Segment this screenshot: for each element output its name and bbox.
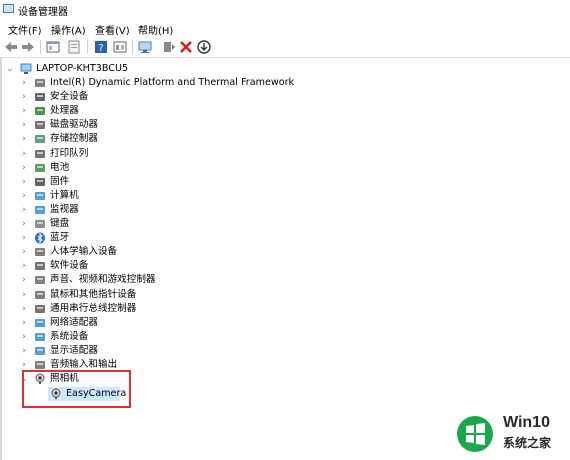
scan-monitor-icon[interactable] — [137, 39, 153, 55]
properties-icon[interactable] — [45, 39, 61, 55]
tree-category-label: 人体学输入设备 — [50, 246, 118, 258]
back-icon[interactable] — [3, 39, 19, 55]
human-interface-icon — [35, 248, 45, 257]
watermark-line1: Win10 — [503, 414, 550, 431]
chevron-right-icon[interactable]: › — [20, 259, 28, 273]
title-bar: 设备管理器 — [0, 0, 570, 18]
software-device-icon — [35, 262, 45, 271]
toolbar: ? — [0, 37, 570, 58]
usb-controller-icon — [35, 304, 45, 313]
storage-controller-icon — [35, 135, 45, 144]
chevron-right-icon[interactable]: › — [20, 316, 28, 330]
thermal-framework-icon — [35, 79, 45, 87]
tree-category-label: 打印队列 — [50, 147, 89, 159]
tree-category-label: 磁盘驱动器 — [50, 119, 98, 131]
tree-root-label: LAPTOP-KHT3BCU5 — [36, 63, 129, 74]
tree-category-label: 网络适配器 — [50, 316, 98, 328]
chevron-right-icon[interactable]: › — [20, 245, 28, 259]
highlight-box — [22, 370, 131, 408]
mouse-icon — [35, 290, 45, 299]
chevron-down-icon[interactable]: ⌄ — [6, 62, 14, 76]
disk-drive-icon — [35, 121, 45, 130]
tree-category-label: 通用串行总线控制器 — [50, 302, 137, 314]
tree-category-label: 存储控制器 — [50, 133, 98, 145]
chevron-right-icon[interactable]: › — [20, 90, 28, 104]
help-icon[interactable]: ? — [93, 39, 109, 55]
chevron-right-icon[interactable]: › — [20, 189, 28, 203]
forward-icon[interactable] — [20, 39, 36, 55]
device-manager-icon — [3, 4, 14, 13]
print-queue-icon — [35, 149, 45, 158]
chevron-right-icon[interactable]: › — [20, 132, 28, 146]
tree-category-label: 软件设备 — [50, 260, 89, 272]
menu-view[interactable]: 查看(V) — [95, 22, 130, 37]
tree-category-label: Intel(R) Dynamic Platform and Thermal Fr… — [50, 77, 295, 88]
chevron-right-icon[interactable]: › — [20, 217, 28, 231]
device-tree: ⌄ LAPTOP-KHT3BCU5 › Intel(R) Dynamic Plat… — [0, 58, 570, 460]
menu-file[interactable]: 文件(F) — [8, 22, 42, 37]
tree-category-label: 处理器 — [50, 105, 79, 117]
chevron-right-icon[interactable]: › — [20, 302, 28, 316]
menu-bar: 文件(F) 操作(A) 查看(V) 帮助(H) — [0, 19, 570, 37]
sound-controller-icon — [35, 276, 45, 285]
security-device-icon — [35, 93, 45, 102]
watermark-line2: 系统之家 — [503, 436, 552, 450]
toolbar-separator — [132, 40, 133, 54]
chevron-right-icon[interactable]: › — [20, 118, 28, 132]
network-adapter-icon — [35, 318, 45, 327]
menu-action[interactable]: 操作(A) — [51, 22, 86, 37]
chevron-right-icon[interactable]: › — [20, 104, 28, 118]
chevron-right-icon[interactable]: › — [20, 147, 28, 161]
keyboard-icon — [35, 220, 45, 228]
tree-category-label: 声音、视频和游戏控制器 — [50, 274, 156, 286]
chevron-right-icon[interactable]: › — [20, 175, 28, 189]
win10-logo-icon — [457, 416, 493, 452]
chevron-right-icon[interactable]: › — [20, 288, 28, 302]
firmware-icon — [35, 177, 45, 186]
tree-category-label: 蓝牙 — [50, 232, 70, 244]
chevron-right-icon[interactable]: › — [20, 161, 28, 175]
tree-category-label: 键盘 — [50, 218, 70, 229]
update-driver-icon[interactable] — [161, 39, 177, 55]
chevron-right-icon[interactable]: › — [20, 273, 28, 287]
tree-category-label: 固件 — [50, 175, 70, 187]
view-icon[interactable] — [112, 39, 128, 55]
chevron-right-icon[interactable]: › — [20, 330, 28, 344]
toolbar-separator — [40, 40, 41, 54]
tree-category-label: 安全设备 — [50, 91, 89, 103]
chevron-right-icon[interactable]: › — [20, 231, 28, 245]
tree-category-label: 计算机 — [50, 189, 79, 201]
processor-icon — [35, 107, 45, 116]
bluetooth-icon — [35, 232, 45, 244]
chevron-right-icon[interactable]: › — [20, 76, 28, 90]
svg-text:?: ? — [98, 43, 103, 54]
tree-category-label: 电池 — [50, 161, 70, 173]
window-title: 设备管理器 — [18, 7, 68, 18]
tree-category-label: 监视器 — [50, 203, 79, 215]
chevron-right-icon[interactable]: › — [20, 203, 28, 217]
computer-icon — [20, 63, 32, 74]
tree-category-label: 显示适配器 — [50, 344, 98, 356]
toolbar-separator — [87, 40, 88, 54]
menu-help[interactable]: 帮助(H) — [138, 22, 173, 37]
monitor-icon — [35, 205, 45, 214]
tree-category-label: 系统设备 — [50, 330, 89, 342]
show-hidden-icon[interactable] — [66, 39, 82, 55]
download-icon[interactable] — [196, 39, 212, 55]
computer-icon — [35, 191, 45, 200]
battery-icon — [35, 163, 45, 172]
system-device-icon — [35, 332, 45, 341]
display-adapter-icon — [35, 346, 45, 355]
chevron-right-icon[interactable]: › — [20, 344, 28, 358]
tree-category-label: 鼠标和其他指针设备 — [50, 288, 137, 300]
uninstall-icon[interactable] — [178, 39, 194, 55]
watermark: Win10 系统之家 — [455, 410, 570, 456]
